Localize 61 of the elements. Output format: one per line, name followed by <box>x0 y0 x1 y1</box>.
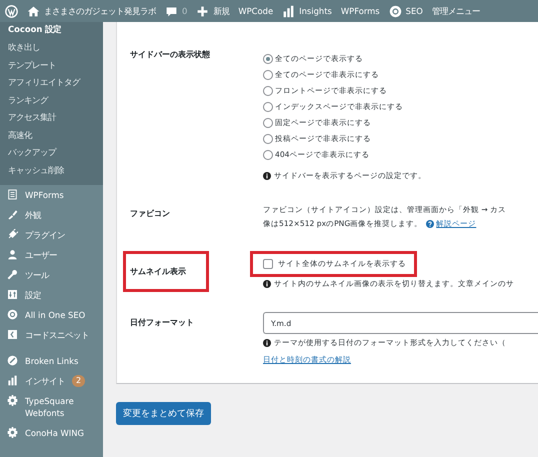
submenu-item[interactable]: バックアップ <box>0 144 103 162</box>
admin-bar-item[interactable]: まさまさのガジェット発見ラボ <box>27 4 156 18</box>
checkbox[interactable] <box>263 259 273 269</box>
admin-bar-item[interactable]: 管理メニュー <box>432 6 480 16</box>
menu-item[interactable]: インサイト 2 <box>0 371 103 391</box>
menu-item[interactable]: ConoHa WING <box>0 423 103 443</box>
admin-bar-item[interactable]: Insights <box>282 4 332 18</box>
plug-icon <box>7 229 18 240</box>
menu-item[interactable]: プラグイン <box>0 225 103 245</box>
wordpress-logo-icon[interactable] <box>5 4 18 18</box>
menu-item[interactable]: All in One SEO <box>0 305 103 325</box>
radio-button[interactable] <box>263 102 273 112</box>
user-icon <box>7 249 18 260</box>
menu-item[interactable]: Cocoon 設定 <box>0 24 103 39</box>
info-icon <box>263 280 271 288</box>
comment-icon <box>165 4 178 18</box>
submenu-item[interactable]: アフィリエイトタグ <box>0 74 103 92</box>
admin-bar-item[interactable]: WPCode <box>238 6 274 16</box>
radio-button[interactable] <box>263 54 273 64</box>
count-badge: 2 <box>72 375 86 387</box>
setting-label: サムネイル表示 <box>123 251 209 292</box>
wrench-icon <box>7 269 18 280</box>
setting-label: サイドバーの表示状態 <box>129 48 211 61</box>
admin-bar-item[interactable]: 0 <box>165 4 188 18</box>
menu-item[interactable]: 外観 <box>0 205 103 225</box>
submenu-item[interactable]: テンプレート <box>0 56 103 74</box>
menu-item[interactable]: ツール <box>0 265 103 285</box>
link-icon <box>7 355 18 366</box>
admin-bar-item[interactable]: SEO <box>388 4 423 18</box>
info-icon <box>263 339 271 347</box>
radio-button[interactable] <box>263 150 273 160</box>
sliders-icon <box>7 289 18 300</box>
menu-item[interactable]: ユーザー <box>0 245 103 265</box>
submenu-item[interactable]: 吹き出し <box>0 39 103 56</box>
admin-bar-item[interactable]: WPForms <box>340 6 380 16</box>
menu-item[interactable]: WPForms <box>0 185 103 205</box>
plus-icon <box>196 4 210 18</box>
bar-chart-icon <box>282 4 296 18</box>
submenu-item[interactable]: 高速化 <box>0 126 103 144</box>
menu-item[interactable]: コードスニペット <box>0 325 103 345</box>
brush-icon <box>7 209 18 220</box>
home-icon <box>27 4 40 18</box>
info-icon <box>263 172 271 180</box>
radio-button[interactable] <box>263 86 273 96</box>
menu-item[interactable]: 設定 <box>0 285 103 305</box>
code-icon <box>7 329 18 340</box>
save-button[interactable]: 変更をまとめて保存 <box>116 402 211 425</box>
form-icon <box>7 189 18 200</box>
radio-button[interactable] <box>263 70 273 80</box>
menu-item[interactable]: Broken Links <box>0 351 103 371</box>
radio-button[interactable] <box>263 134 273 144</box>
submenu-item[interactable]: ランキング <box>0 92 103 109</box>
setting-label: 日付フォーマット <box>129 316 195 329</box>
admin-bar-item[interactable]: 新規 <box>196 4 230 18</box>
bar-chart-icon <box>7 375 18 386</box>
help-icon <box>426 220 434 228</box>
submenu-item[interactable]: アクセス集計 <box>0 109 103 126</box>
radio-button[interactable] <box>263 118 273 128</box>
setting-label: ファビコン <box>129 207 171 220</box>
submenu-item[interactable]: キャッシュ削除 <box>0 162 103 179</box>
menu-item[interactable]: TypeSquare Webfonts <box>0 391 103 423</box>
